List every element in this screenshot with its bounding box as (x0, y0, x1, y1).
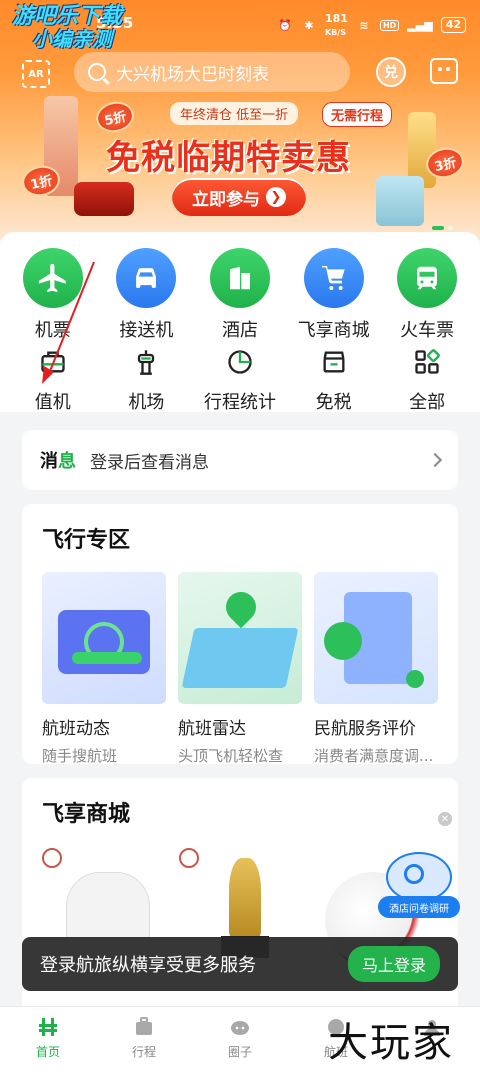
pie-chart-icon (224, 346, 256, 378)
quick-hotel[interactable]: 酒店 (194, 248, 286, 342)
login-button[interactable]: 马上登录 (347, 946, 440, 982)
join-button[interactable]: 立即参与 ❯ (172, 178, 306, 216)
search-placeholder: 大兴机场大巴时刻表 (116, 64, 269, 85)
status-icons: ⏰ ✱ 181 KB/S ≋ HD ▂▄▆ 42 (277, 12, 466, 38)
message-icon[interactable] (430, 58, 458, 84)
flight-status-image (42, 572, 166, 704)
watermark-overlay: 游吧乐下载 小编亲测 (12, 4, 123, 51)
car-icon (116, 248, 177, 308)
flight-status-entry[interactable]: 航班动态 随手搜航班 (42, 572, 166, 766)
close-icon[interactable]: ✕ (438, 812, 452, 826)
hotel-survey-float[interactable]: 酒店问卷调研 (376, 852, 460, 918)
chevron-right-icon (427, 452, 443, 468)
cream-jar-image (74, 182, 134, 216)
bluetooth-icon: ✱ (304, 18, 314, 32)
message-notice-bar[interactable]: 消息 登录后查看消息 (22, 430, 458, 490)
tab-trips[interactable]: 行程 (96, 1007, 192, 1072)
ar-scan-button[interactable]: AR (22, 60, 50, 88)
promo-title: 免税临期特卖惠 (106, 138, 351, 178)
redeem-button[interactable]: 兑 (376, 57, 406, 87)
promo-tag: 无需行程 (322, 102, 393, 127)
login-prompt-bar: 登录航旅纵横享受更多服务 马上登录 (22, 937, 458, 991)
tab-circle[interactable]: 圈子 (192, 1007, 288, 1072)
search-icon (88, 63, 106, 81)
section-title: 飞行专区 (42, 528, 131, 553)
hd-icon: HD (379, 19, 400, 31)
grid-icon (411, 346, 443, 378)
lotion-bottle-image (376, 176, 424, 226)
quick-airport[interactable]: 机场 (100, 346, 192, 414)
flight-radar-entry[interactable]: 航班雷达 头顶飞机轻松查 (178, 572, 302, 766)
train-icon (397, 248, 458, 308)
alarm-icon: ⏰ (278, 18, 292, 32)
quick-trip-stats[interactable]: 行程统计 (194, 346, 286, 414)
suitcase-icon (136, 1017, 152, 1035)
service-rating-entry[interactable]: 民航服务评价 消费者满意度调... (314, 572, 438, 766)
section-title: 飞享商城 (42, 802, 131, 827)
bottom-watermark: 大玩家 (328, 1020, 454, 1066)
wifi-icon: ≋ (359, 18, 369, 32)
quick-duty-free[interactable]: 免税 (288, 346, 380, 414)
community-icon (231, 1021, 249, 1035)
chevron-right-icon: ❯ (266, 187, 286, 207)
battery-indicator: 42 (440, 17, 466, 33)
notice-text: 登录后查看消息 (90, 452, 209, 473)
cart-icon (303, 248, 364, 308)
service-rating-image (314, 572, 438, 704)
network-speed: 181 KB/S (324, 12, 348, 37)
login-prompt-text: 登录航旅纵横享受更多服务 (40, 955, 256, 976)
shop-icon (318, 346, 350, 378)
promo-header: 5:55 ⏰ ✱ 181 KB/S ≋ HD ▂▄▆ 42 游吧乐下载 小编亲测 … (0, 0, 480, 240)
promo-subtitle: 年终清仓 低至一折 (170, 102, 299, 125)
carousel-indicator (432, 226, 453, 230)
flight-zone-card: 飞行专区 航班动态 随手搜航班 航班雷达 头顶飞机轻松查 民航服务评价 消费者满… (22, 504, 458, 766)
quick-mall[interactable]: 飞享商城 (288, 248, 380, 342)
quick-train-ticket[interactable]: 火车票 (381, 248, 473, 342)
hotel-icon (209, 248, 270, 308)
quick-all[interactable]: 全部 (381, 346, 473, 414)
flight-radar-image (178, 572, 302, 704)
airport-icon (130, 346, 162, 378)
annotation-arrow (42, 261, 95, 384)
quick-airport-transfer[interactable]: 接送机 (100, 248, 192, 342)
tab-home[interactable]: 首页 (0, 1007, 96, 1072)
signal-icon: ▂▄▆ (407, 18, 433, 32)
search-input[interactable]: 大兴机场大巴时刻表 (74, 52, 350, 92)
home-icon (39, 1018, 57, 1036)
